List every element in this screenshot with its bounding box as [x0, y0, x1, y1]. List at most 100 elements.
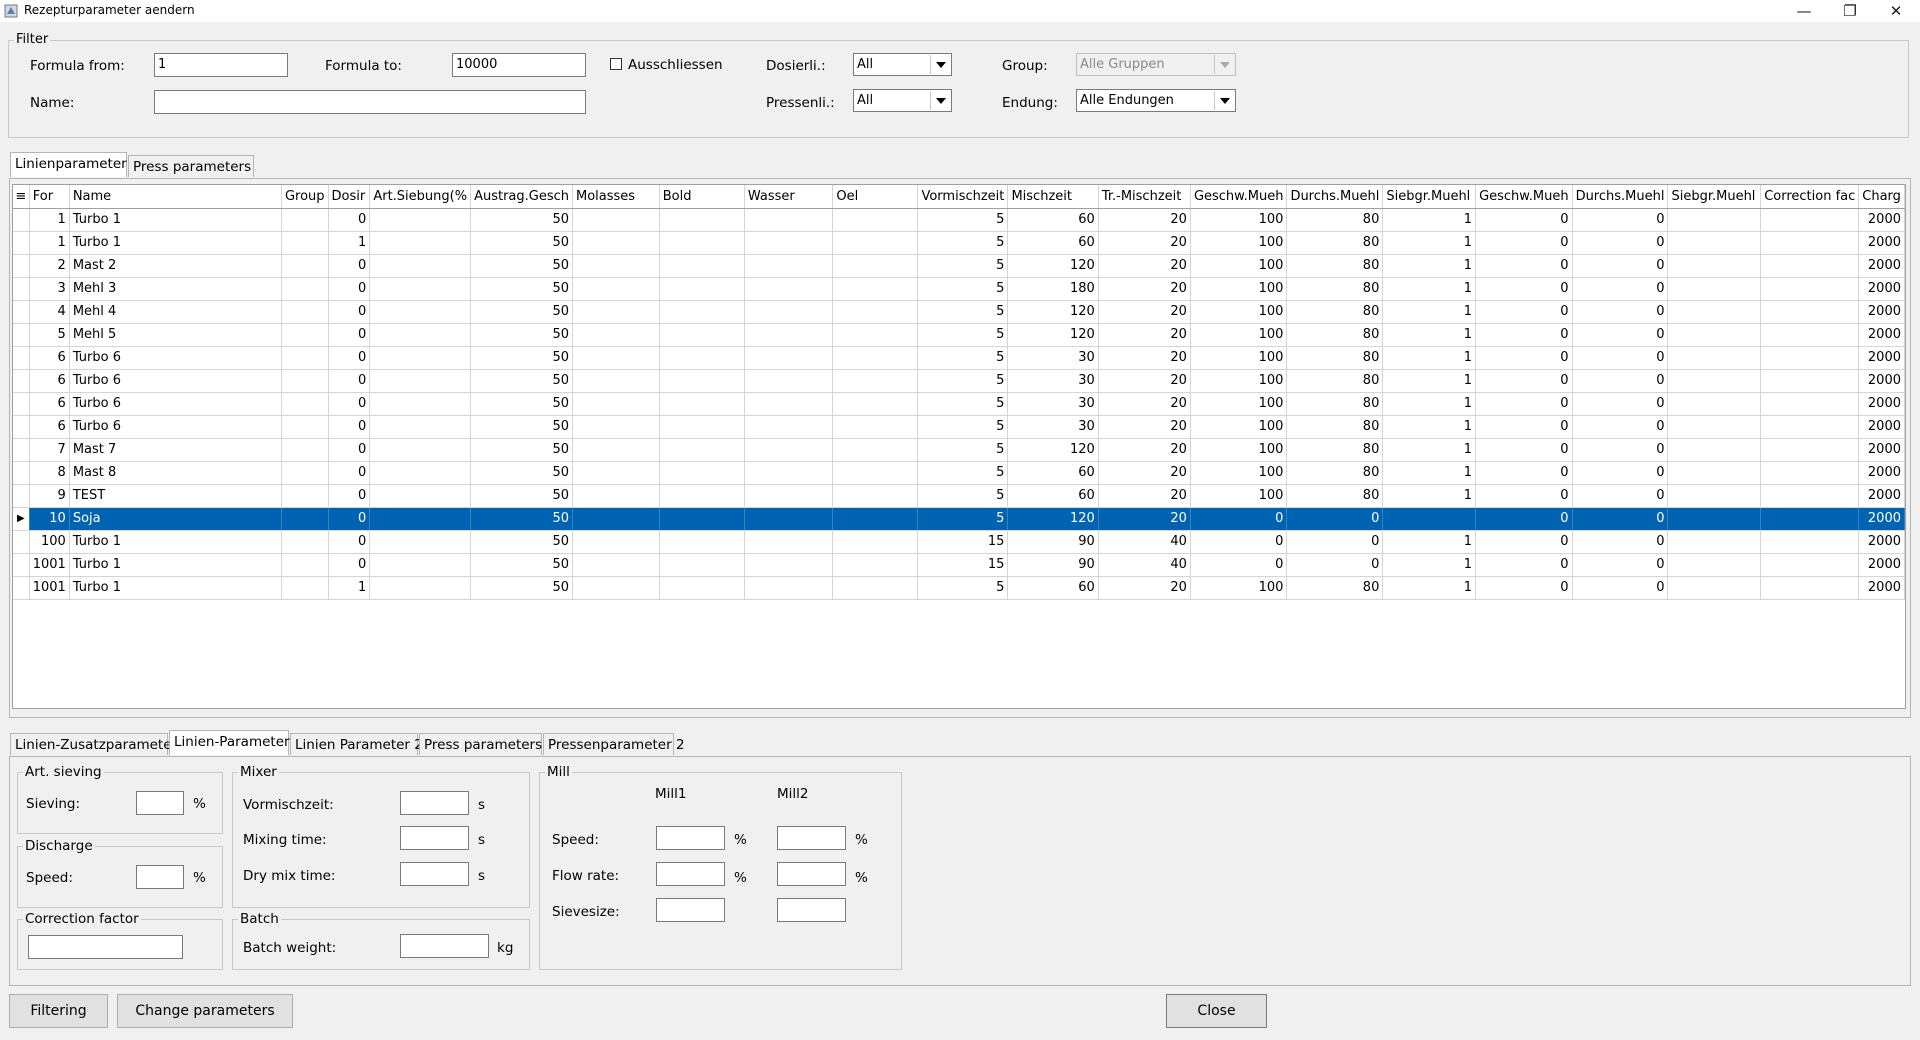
table-cell[interactable] [832, 323, 919, 347]
table-cell[interactable]: 5 [917, 507, 1009, 531]
table-cell[interactable]: 100 [1190, 461, 1288, 485]
table-cell[interactable]: 0 [1572, 484, 1669, 508]
table-row[interactable]: 6 Turbo 6 0 50 5 30 20 100 80 1 0 0 2000 [13, 392, 1905, 416]
table-cell[interactable]: 0 [1572, 369, 1669, 393]
column-header[interactable]: Art.Siebung(% [369, 185, 472, 209]
table-cell[interactable]: 100 [1190, 231, 1288, 255]
table-cell[interactable] [1667, 553, 1762, 577]
table-cell[interactable]: 60 [1007, 461, 1099, 485]
table-cell[interactable] [1667, 369, 1762, 393]
table-cell[interactable]: 50 [470, 484, 574, 508]
table-cell[interactable] [369, 346, 472, 370]
table-cell[interactable]: Mehl 3 [69, 277, 282, 301]
table-cell[interactable] [744, 415, 834, 439]
table-cell[interactable] [369, 553, 472, 577]
table-cell[interactable]: 20 [1098, 461, 1191, 485]
table-cell[interactable]: 40 [1098, 553, 1191, 577]
row-selector[interactable] [13, 392, 30, 416]
table-cell[interactable]: 0 [1572, 415, 1669, 439]
table-cell[interactable]: 100 [1190, 576, 1288, 600]
table-row[interactable]: 4 Mehl 4 0 50 5 120 20 100 80 1 0 0 2000 [13, 300, 1905, 324]
table-cell[interactable] [832, 415, 919, 439]
row-selector[interactable] [13, 415, 30, 439]
table-cell[interactable] [744, 461, 834, 485]
table-cell[interactable]: 6 [29, 369, 70, 393]
table-cell[interactable]: 5 [917, 415, 1009, 439]
name-input[interactable] [154, 90, 586, 114]
row-selector[interactable] [13, 369, 30, 393]
table-cell[interactable]: Turbo 6 [69, 392, 282, 416]
table-cell[interactable] [1760, 461, 1860, 485]
table-cell[interactable] [369, 208, 472, 232]
table-cell[interactable] [832, 461, 919, 485]
column-header[interactable]: Durchs.Muehl [1572, 185, 1669, 209]
tab-linien-parameter-2[interactable]: Linien Parameter 2 [290, 733, 423, 755]
table-cell[interactable]: 0 [1475, 392, 1573, 416]
table-cell[interactable] [659, 346, 745, 370]
table-cell[interactable]: 50 [470, 277, 574, 301]
table-cell[interactable] [572, 553, 660, 577]
table-cell[interactable]: 9 [29, 484, 70, 508]
column-header[interactable]: Dosir [328, 185, 371, 209]
table-cell[interactable]: 50 [470, 369, 574, 393]
table-cell[interactable]: 80 [1286, 392, 1384, 416]
filtering-button[interactable]: Filtering [9, 994, 108, 1028]
table-cell[interactable] [744, 530, 834, 554]
table-cell[interactable] [744, 254, 834, 278]
table-row[interactable]: 5 Mehl 5 0 50 5 120 20 100 80 1 0 0 2000 [13, 323, 1905, 347]
table-cell[interactable] [659, 553, 745, 577]
table-cell[interactable] [659, 415, 745, 439]
table-cell[interactable]: 2000 [1858, 507, 1905, 531]
table-cell[interactable] [281, 254, 329, 278]
mixing-time-input[interactable] [400, 826, 469, 850]
table-cell[interactable] [369, 254, 472, 278]
table-cell[interactable]: 0 [1475, 461, 1573, 485]
table-cell[interactable] [1667, 254, 1762, 278]
table-cell[interactable]: 3 [29, 277, 70, 301]
row-selector[interactable] [13, 484, 30, 508]
table-cell[interactable]: 5 [917, 231, 1009, 255]
table-cell[interactable] [572, 507, 660, 531]
table-row[interactable]: 9 TEST 0 50 5 60 20 100 80 1 0 0 2000 [13, 484, 1905, 508]
table-cell[interactable]: 5 [917, 484, 1009, 508]
table-cell[interactable] [832, 507, 919, 531]
table-cell[interactable]: 5 [29, 323, 70, 347]
table-cell[interactable]: 0 [1475, 530, 1573, 554]
chevron-down-icon[interactable] [930, 55, 950, 74]
table-cell[interactable] [1667, 208, 1762, 232]
table-cell[interactable] [1760, 346, 1860, 370]
tab-linien-parameter[interactable]: Linien-Parameter [169, 730, 290, 755]
table-cell[interactable]: 120 [1007, 438, 1099, 462]
column-header[interactable]: Siebgr.Muehl [1667, 185, 1762, 209]
table-cell[interactable] [1760, 484, 1860, 508]
row-selector[interactable] [13, 553, 30, 577]
table-cell[interactable]: 0 [1475, 438, 1573, 462]
table-cell[interactable] [572, 300, 660, 324]
table-cell[interactable]: Mast 2 [69, 254, 282, 278]
table-cell[interactable] [572, 530, 660, 554]
table-cell[interactable]: 7 [29, 438, 70, 462]
table-cell[interactable]: 50 [470, 530, 574, 554]
table-cell[interactable] [1667, 231, 1762, 255]
table-cell[interactable]: 20 [1098, 484, 1191, 508]
table-cell[interactable]: 80 [1286, 576, 1384, 600]
table-cell[interactable]: 1 [1382, 392, 1477, 416]
table-cell[interactable]: 0 [1572, 300, 1669, 324]
table-cell[interactable]: 0 [1572, 576, 1669, 600]
table-cell[interactable]: 0 [328, 208, 371, 232]
formula-to-input[interactable]: 10000 [452, 53, 586, 77]
table-cell[interactable] [1760, 208, 1860, 232]
table-cell[interactable]: 1 [29, 231, 70, 255]
table-cell[interactable] [659, 461, 745, 485]
table-cell[interactable] [659, 254, 745, 278]
table-cell[interactable]: 8 [29, 461, 70, 485]
table-cell[interactable]: 2000 [1858, 553, 1905, 577]
table-cell[interactable]: 0 [1475, 208, 1573, 232]
table-cell[interactable] [1667, 323, 1762, 347]
table-cell[interactable]: 5 [917, 346, 1009, 370]
table-cell[interactable] [369, 369, 472, 393]
table-cell[interactable]: 100 [1190, 346, 1288, 370]
table-cell[interactable]: 1 [328, 576, 371, 600]
table-cell[interactable]: 1 [1382, 208, 1477, 232]
table-cell[interactable] [281, 346, 329, 370]
